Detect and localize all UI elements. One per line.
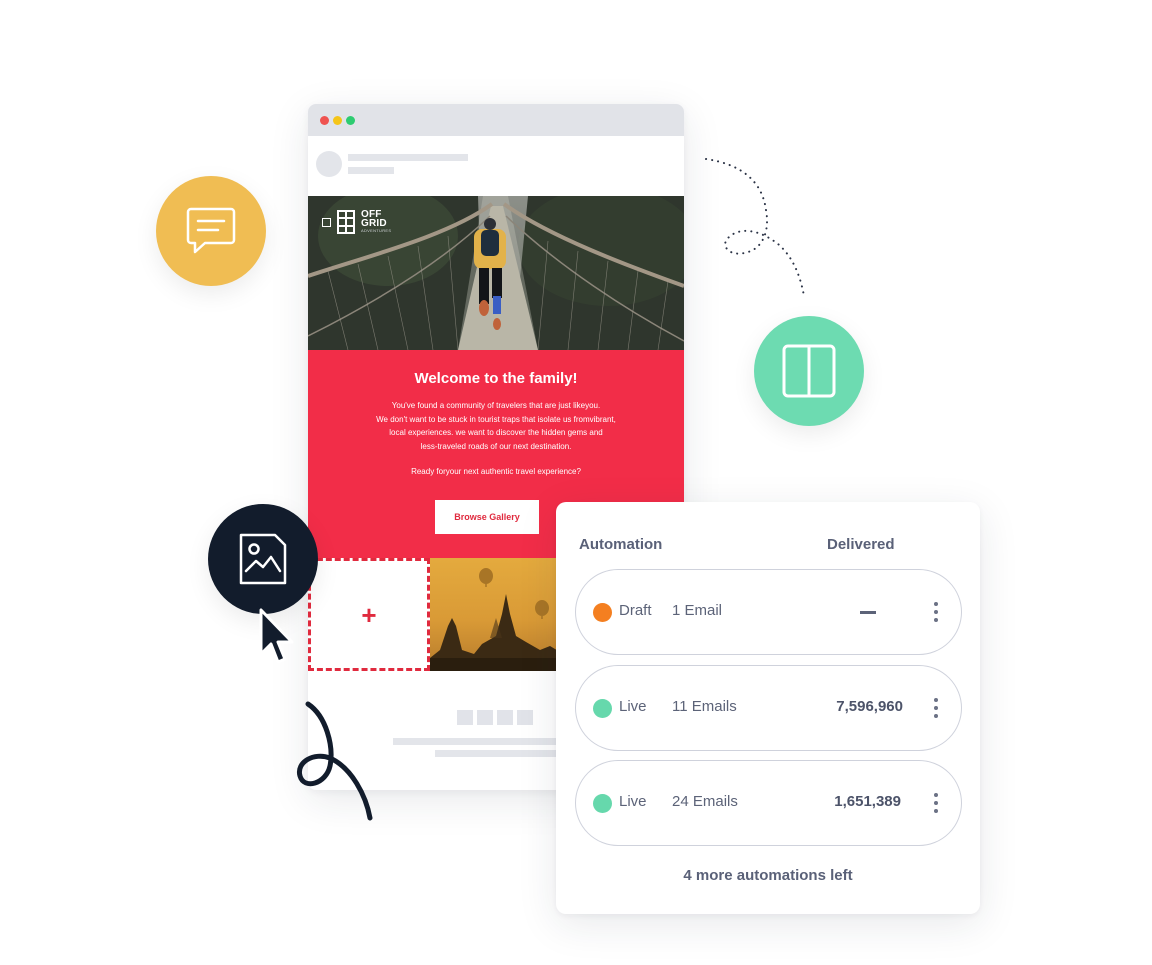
two-column-layout-icon <box>782 344 836 398</box>
sender-name-placeholder <box>348 154 468 161</box>
temples-silhouette <box>430 568 560 671</box>
automation-column-header: Automation <box>579 536 663 553</box>
delivered-column-header: Delivered <box>827 536 895 553</box>
window-minimize-button[interactable] <box>333 115 342 125</box>
mouse-cursor-icon <box>259 608 294 664</box>
automation-row[interactable]: Live 11 Emails 7,596,960 <box>575 665 962 751</box>
footer-line-placeholder <box>393 738 563 745</box>
social-icon-placeholder <box>457 710 473 725</box>
automation-status: Live <box>619 793 647 810</box>
window-close-button[interactable] <box>320 115 329 125</box>
sender-placeholder <box>308 136 684 196</box>
logo-subtitle: ADVENTURES <box>361 228 392 233</box>
automation-status: Live <box>619 698 647 715</box>
sender-avatar <box>316 151 342 177</box>
live-status-dot <box>593 699 612 718</box>
image-file-icon <box>239 533 287 585</box>
welcome-body-line: local experiences. we want to discover t… <box>389 428 603 437</box>
automation-email-count: 11 Emails <box>672 698 737 715</box>
logo-line-2: GRID <box>361 218 387 229</box>
image-feature-badge <box>208 504 318 614</box>
draft-status-dot <box>593 603 612 622</box>
dotted-swirl-decoration <box>705 158 805 297</box>
social-icons-placeholder <box>457 710 533 725</box>
social-icon-placeholder <box>517 710 533 725</box>
add-image-icon: + <box>361 599 377 630</box>
squiggle-decoration <box>296 701 373 821</box>
automation-status: Draft <box>619 602 652 619</box>
more-options-icon[interactable] <box>930 790 942 816</box>
welcome-body-line: We don't want to be stuck in tourist tra… <box>376 414 616 424</box>
live-status-dot <box>593 794 612 813</box>
automation-card: Automation Delivered Draft 1 Email Live … <box>556 502 980 914</box>
image-drop-zone[interactable]: + <box>308 558 430 671</box>
welcome-question: Ready foryour next authentic travel expe… <box>411 467 581 476</box>
footer-line-placeholder <box>435 750 565 757</box>
more-automations-link[interactable]: 4 more automations left <box>556 867 980 884</box>
social-icon-placeholder <box>497 710 513 725</box>
layout-feature-badge <box>754 316 864 426</box>
delivered-empty-dash <box>860 611 876 614</box>
automation-row[interactable]: Draft 1 Email <box>575 569 962 655</box>
window-maximize-button[interactable] <box>346 115 355 125</box>
brand-logo: OFF GRID ADVENTURES <box>322 210 391 234</box>
browse-gallery-button[interactable]: Browse Gallery <box>435 500 539 534</box>
automation-delivered-count: 7,596,960 <box>836 698 903 715</box>
chat-bubble-icon <box>186 207 236 254</box>
welcome-body: You've found a community of travelers th… <box>308 399 684 453</box>
browser-title-bar <box>308 104 684 136</box>
chat-feature-badge <box>156 176 266 286</box>
temples-photo <box>430 558 560 671</box>
more-options-icon[interactable] <box>930 599 942 625</box>
welcome-body-line: You've found a community of travelers th… <box>391 401 601 410</box>
automation-email-count: 1 Email <box>672 602 723 619</box>
automation-delivered-count: 1,651,389 <box>834 793 901 810</box>
logo-square-mark <box>322 217 331 227</box>
welcome-body-line: less-traveled roads of our next destinat… <box>420 441 572 451</box>
more-options-icon[interactable] <box>930 695 942 721</box>
automation-email-count: 24 Emails <box>672 793 738 810</box>
logo-grid-mark <box>337 210 355 234</box>
welcome-title: Welcome to the family! <box>414 370 578 387</box>
automation-row[interactable]: Live 24 Emails 1,651,389 <box>575 760 962 846</box>
social-icon-placeholder <box>477 710 493 725</box>
hero-image-bridge: OFF GRID ADVENTURES <box>308 196 684 350</box>
sender-subject-placeholder <box>348 167 394 174</box>
